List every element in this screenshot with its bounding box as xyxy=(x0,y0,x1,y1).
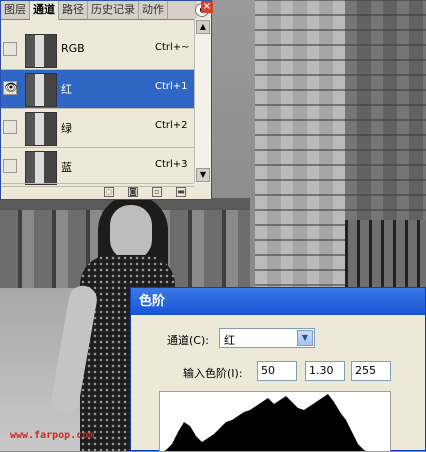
channel-row-rgb[interactable]: RGB Ctrl+~ xyxy=(1,31,194,70)
panel-tabs: 图层 通道 路径 历史记录 动作 xyxy=(1,1,197,20)
histogram-graph xyxy=(164,394,366,451)
input-levels-label: 输入色阶(I): xyxy=(183,367,243,380)
tab-history[interactable]: 历史记录 xyxy=(88,1,139,19)
chevron-down-icon[interactable]: ▼ xyxy=(297,330,313,346)
tab-actions[interactable]: 动作 xyxy=(139,1,168,19)
save-selection-icon[interactable]: ◙ xyxy=(128,186,138,197)
channel-thumbnail xyxy=(25,73,57,107)
channel-row-green[interactable]: 绿 Ctrl+2 xyxy=(1,109,194,148)
new-channel-icon[interactable]: ▫ xyxy=(152,186,162,197)
channel-name: 红 xyxy=(61,83,72,96)
watermark: www.farpop.com xyxy=(10,430,95,441)
channels-panel: 图层 通道 路径 历史记录 动作 ▸ × RGB Ctrl+~ 👁 红 Ctrl… xyxy=(0,0,213,200)
channel-select[interactable]: 红 ▼ xyxy=(219,328,315,348)
tab-paths[interactable]: 路径 xyxy=(59,1,88,19)
face xyxy=(110,205,152,260)
tab-layers[interactable]: 图层 xyxy=(1,1,30,19)
visibility-toggle[interactable] xyxy=(3,120,17,134)
panel-scrollbar[interactable]: ▲ ▼ xyxy=(194,19,211,183)
close-icon[interactable]: × xyxy=(201,1,213,13)
channel-shortcut: Ctrl+3 xyxy=(155,159,188,170)
channel-list: RGB Ctrl+~ 👁 红 Ctrl+1 绿 Ctrl+2 蓝 Ctrl+3 xyxy=(1,31,194,187)
channel-row-blue[interactable]: 蓝 Ctrl+3 xyxy=(1,148,194,187)
tab-channels[interactable]: 通道 xyxy=(30,1,59,20)
load-selection-icon[interactable]: ◌ xyxy=(104,186,114,197)
trash-icon[interactable]: ▬ xyxy=(176,186,186,197)
iron-fence xyxy=(345,220,426,290)
dialog-title: 色阶 xyxy=(131,288,425,315)
panel-footer: ◌ ◙ ▫ ▬ xyxy=(1,183,194,199)
scroll-up-icon[interactable]: ▲ xyxy=(196,20,210,34)
channel-thumbnail xyxy=(25,112,57,146)
channel-name: 绿 xyxy=(61,122,72,135)
channel-shortcut: Ctrl+2 xyxy=(155,120,188,131)
histogram xyxy=(159,391,391,452)
eye-icon[interactable]: 👁 xyxy=(3,81,18,95)
channel-label: 通道(C): xyxy=(167,334,209,347)
input-black-field[interactable]: 50 xyxy=(257,361,297,381)
channel-thumbnail xyxy=(25,151,57,185)
channel-shortcut: Ctrl+1 xyxy=(155,81,188,92)
levels-dialog: 色阶 通道(C): 红 ▼ 输入色阶(I): 50 1.30 255 xyxy=(130,287,426,452)
channel-name: RGB xyxy=(61,42,85,55)
visibility-toggle[interactable] xyxy=(3,159,17,173)
channel-name: 蓝 xyxy=(61,161,72,174)
scroll-down-icon[interactable]: ▼ xyxy=(196,168,210,182)
channel-select-value: 红 xyxy=(224,334,235,347)
input-gamma-field[interactable]: 1.30 xyxy=(305,361,345,381)
channel-row-red[interactable]: 👁 红 Ctrl+1 xyxy=(1,70,194,109)
visibility-toggle[interactable] xyxy=(3,42,17,56)
channel-thumbnail xyxy=(25,34,57,68)
channel-shortcut: Ctrl+~ xyxy=(155,42,190,53)
input-white-field[interactable]: 255 xyxy=(351,361,391,381)
